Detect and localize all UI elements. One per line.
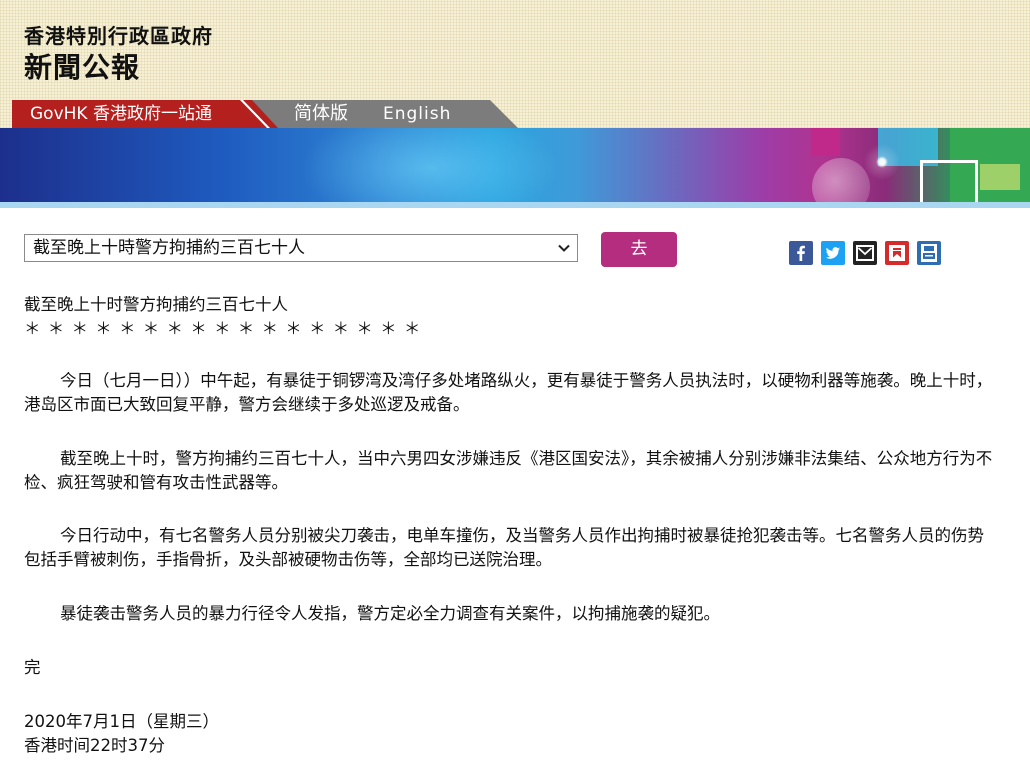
article-title: 截至晚上十时警方拘捕约三百七十人 xyxy=(24,295,288,314)
email-icon[interactable] xyxy=(853,241,877,265)
article-toolbar: 截至晚上十時警方拘捕約三百七十人 去 xyxy=(0,232,1030,268)
nav-govhk-link[interactable]: GovHK 香港政府一站通 xyxy=(12,100,278,128)
go-button[interactable]: 去 xyxy=(601,232,677,267)
twitter-icon[interactable] xyxy=(821,241,845,265)
weibo-icon[interactable] xyxy=(885,241,909,265)
release-date: 2020年7月1日（星期三） xyxy=(24,712,219,731)
nav-simplified-chinese-link[interactable]: 简体版 xyxy=(294,100,348,128)
article-paragraph: 今日行动中，有七名警务人员分别被尖刀袭击，电单车撞伤，及当警务人员作出拘捕时被暴… xyxy=(24,526,984,569)
nav-language-bar xyxy=(240,100,518,128)
publication-title: 新聞公報 xyxy=(24,51,141,84)
article-paragraph: 截至晚上十时，警方拘捕约三百七十人，当中六男四女涉嫌违反《港区国安法》，其余被捕… xyxy=(24,449,993,492)
release-time: 香港时间22时37分 xyxy=(24,736,165,755)
government-name: 香港特別行政區政府 xyxy=(24,24,213,48)
article-paragraph: 暴徒袭击警务人员的暴力行径令人发指，警方定必全力调查有关案件，以拘捕施袭的疑犯。 xyxy=(60,604,720,623)
banner-block-magenta xyxy=(812,128,840,156)
top-nav: GovHK 香港政府一站通 简体版 English xyxy=(0,100,520,128)
end-mark: 完 xyxy=(24,658,41,677)
banner-frame xyxy=(920,160,978,206)
chevron-down-icon xyxy=(558,244,570,252)
banner-glow xyxy=(300,128,560,206)
title-separator: ＊ ＊ ＊ ＊ ＊ ＊ ＊ ＊ ＊ ＊ ＊ ＊ ＊ ＊ ＊ ＊ ＊ xyxy=(24,319,422,338)
banner-sparkle xyxy=(862,142,902,182)
article-paragraph: 今日（七月一日））中午起，有暴徒于铜锣湾及湾仔多处堵路纵火，更有暴徒于警务人员执… xyxy=(24,371,993,414)
press-release-select[interactable]: 截至晚上十時警方拘捕約三百七十人 xyxy=(24,234,578,262)
article-body: 截至晚上十时警方拘捕约三百七十人 ＊ ＊ ＊ ＊ ＊ ＊ ＊ ＊ ＊ ＊ ＊ ＊… xyxy=(24,293,999,758)
press-release-select-value: 截至晚上十時警方拘捕約三百七十人 xyxy=(33,238,305,258)
nav-english-link[interactable]: English xyxy=(383,100,451,128)
print-icon[interactable] xyxy=(917,241,941,265)
banner-block-lightgreen xyxy=(980,164,1020,190)
facebook-icon[interactable] xyxy=(789,241,813,265)
header-banner xyxy=(0,128,1030,206)
banner-bottom-band xyxy=(0,202,1030,208)
